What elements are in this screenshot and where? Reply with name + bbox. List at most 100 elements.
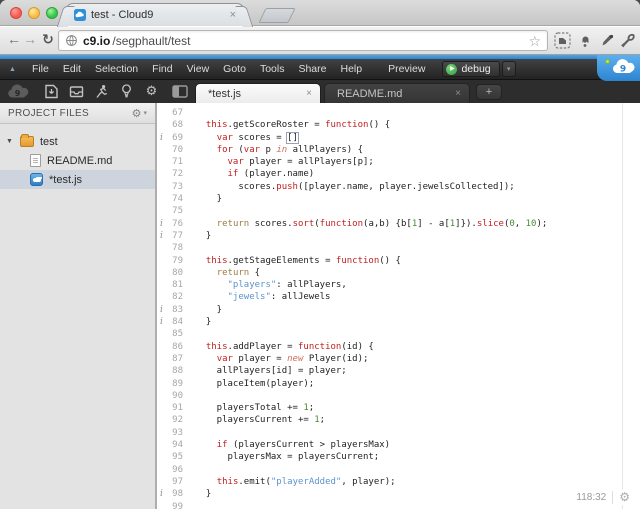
gutter-line-87[interactable]: 87 (157, 353, 191, 365)
expander-icon[interactable]: ▼ (5, 138, 14, 145)
gutter-line-94[interactable]: 94 (157, 439, 191, 451)
code-line-82[interactable]: "jewels": allJewels (195, 291, 638, 303)
gutter-line-84[interactable]: i84 (157, 316, 191, 328)
save-file-icon[interactable] (44, 84, 59, 99)
gutter-line-74[interactable]: 74 (157, 193, 191, 205)
code-line-98[interactable]: } (195, 488, 638, 500)
code-line-91[interactable]: playersTotal += 1; (195, 402, 638, 414)
code-line-77[interactable]: } (195, 230, 638, 242)
gutter-line-73[interactable]: 73 (157, 181, 191, 193)
collapse-menubar-button[interactable]: ▲ (9, 66, 16, 73)
code-line-74[interactable]: } (195, 193, 638, 205)
code-editor[interactable]: 6768i69707172737475i76i777879808182i83i8… (157, 103, 638, 509)
gutter-line-67[interactable]: 67 (157, 107, 191, 119)
debug-options-dropdown[interactable]: ▾ (502, 61, 516, 77)
forward-button[interactable]: → (22, 31, 38, 47)
code-line-86[interactable]: this.addPlayer = function(id) { (195, 341, 638, 353)
browser-tab[interactable]: test - Cloud9 × (66, 3, 244, 26)
back-button[interactable]: ← (6, 31, 22, 47)
code-line-95[interactable]: playersMax = playersCurrent; (195, 451, 638, 463)
gutter-line-99[interactable]: 99 (157, 501, 191, 509)
code-line-81[interactable]: "players": allPlayers, (195, 279, 638, 291)
gutter-line-79[interactable]: 79 (157, 255, 191, 267)
tree-item-readme-md[interactable]: README.md (0, 151, 155, 170)
code-line-71[interactable]: var player = allPlayers[p]; (195, 156, 638, 168)
menu-item-goto[interactable]: Goto (216, 59, 253, 80)
browser-new-tab-button[interactable] (258, 8, 295, 23)
editor-gutter[interactable]: 6768i69707172737475i76i777879808182i83i8… (157, 107, 191, 509)
gutter-line-91[interactable]: 91 (157, 402, 191, 414)
code-line-94[interactable]: if (playersCurrent > playersMax) (195, 439, 638, 451)
gutter-line-95[interactable]: 95 (157, 451, 191, 463)
gutter-line-69[interactable]: i69 (157, 132, 191, 144)
code-line-87[interactable]: var player = new Player(id); (195, 353, 638, 365)
gutter-line-89[interactable]: 89 (157, 378, 191, 390)
code-line-70[interactable]: for (var p in allPlayers) { (195, 144, 638, 156)
code-line-84[interactable]: } (195, 316, 638, 328)
code-line-92[interactable]: playersCurrent += 1; (195, 414, 638, 426)
close-icon[interactable]: × (306, 88, 312, 99)
gutter-line-81[interactable]: 81 (157, 279, 191, 291)
code-line-67[interactable] (195, 107, 638, 119)
menu-item-help[interactable]: Help (333, 59, 369, 80)
zoom-window-button[interactable] (46, 7, 58, 19)
code-line-88[interactable]: allPlayers[id] = player; (195, 365, 638, 377)
code-line-96[interactable] (195, 464, 638, 476)
code-line-75[interactable] (195, 205, 638, 217)
menu-item-find[interactable]: Find (145, 59, 179, 80)
code-line-89[interactable]: placeItem(player); (195, 378, 638, 390)
debug-run-button[interactable]: ▶ debug (442, 61, 499, 77)
wrench-extension-icon[interactable] (620, 32, 637, 49)
sidebar-settings-button[interactable]: ⚙ ▾ (132, 107, 147, 120)
gutter-line-80[interactable]: 80 (157, 267, 191, 279)
code-line-93[interactable] (195, 427, 638, 439)
gutter-line-76[interactable]: i76 (157, 218, 191, 230)
close-icon[interactable]: × (455, 88, 461, 99)
gutter-line-77[interactable]: i77 (157, 230, 191, 242)
gutter-line-86[interactable]: 86 (157, 341, 191, 353)
bookmark-star-icon[interactable]: ☆ (528, 34, 541, 48)
menu-item-edit[interactable]: Edit (56, 59, 88, 80)
gutter-line-98[interactable]: i98 (157, 488, 191, 500)
tree-item-test[interactable]: ▼test (0, 132, 155, 151)
deploy-balloon-icon[interactable] (119, 84, 134, 99)
session-extension-icon[interactable] (577, 32, 594, 49)
gutter-line-92[interactable]: 92 (157, 414, 191, 426)
code-line-76[interactable]: return scores.sort(function(a,b) {b[1] -… (195, 218, 638, 230)
code-line-90[interactable] (195, 390, 638, 402)
menu-item-selection[interactable]: Selection (88, 59, 145, 80)
menu-item-file[interactable]: File (25, 59, 56, 80)
code-line-78[interactable] (195, 242, 638, 254)
code-line-83[interactable]: } (195, 304, 638, 316)
menu-item-tools[interactable]: Tools (253, 59, 292, 80)
menu-item-preview[interactable]: Preview (381, 59, 432, 80)
reload-button[interactable]: ↻ (40, 31, 56, 48)
editor-tab-readme-md[interactable]: README.md× (324, 83, 470, 103)
close-tab-icon[interactable]: × (230, 9, 236, 21)
evernote-extension-icon[interactable] (554, 32, 571, 49)
minimize-window-button[interactable] (28, 7, 40, 19)
statusbar-gear-icon[interactable]: ⚙ (619, 490, 630, 504)
run-icon[interactable] (94, 84, 109, 99)
code-line-79[interactable]: this.getStageElements = function() { (195, 255, 638, 267)
gutter-line-78[interactable]: 78 (157, 242, 191, 254)
gutter-line-75[interactable]: 75 (157, 205, 191, 217)
gutter-line-71[interactable]: 71 (157, 156, 191, 168)
gutter-line-83[interactable]: i83 (157, 304, 191, 316)
code-line-85[interactable] (195, 328, 638, 340)
panel-toggle-icon[interactable] (172, 84, 189, 99)
menu-item-view[interactable]: View (180, 59, 217, 80)
editor-content[interactable]: this.getScoreRoster = function() { var s… (195, 107, 638, 509)
cloud9-logo[interactable]: 9 (597, 55, 640, 81)
close-window-button[interactable] (10, 7, 22, 19)
code-line-99[interactable] (195, 501, 638, 509)
code-line-80[interactable]: return { (195, 267, 638, 279)
gutter-line-85[interactable]: 85 (157, 328, 191, 340)
gutter-line-82[interactable]: 82 (157, 291, 191, 303)
gutter-line-96[interactable]: 96 (157, 464, 191, 476)
preferences-gear-icon[interactable]: ⚙ (144, 84, 159, 99)
code-line-97[interactable]: this.emit("playerAdded", player); (195, 476, 638, 488)
gutter-line-72[interactable]: 72 (157, 168, 191, 180)
pen-extension-icon[interactable] (599, 32, 616, 49)
code-line-73[interactable]: scores.push([player.name, player.jewelsC… (195, 181, 638, 193)
